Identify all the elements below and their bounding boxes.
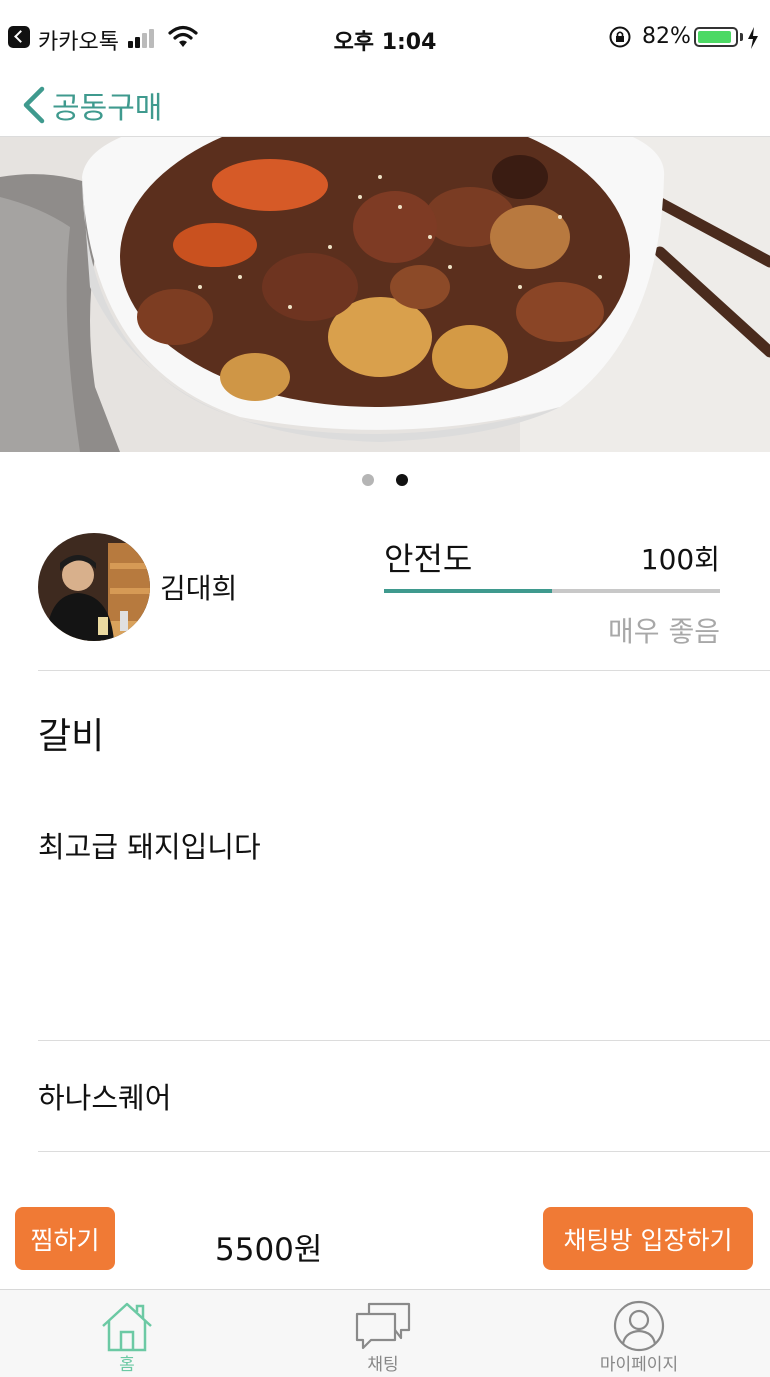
item-description: 최고급 돼지입니다 [38, 830, 261, 864]
charging-bolt-icon [748, 27, 758, 49]
divider [38, 670, 770, 671]
safety-count: 100회 [640, 543, 720, 576]
product-image[interactable] [0, 137, 770, 452]
tab-chat-label: 채팅 [367, 1355, 399, 1375]
tab-chat[interactable]: 채팅 [283, 1290, 483, 1377]
seller-name: 김대희 [160, 572, 238, 605]
item-title: 갈비 [38, 716, 105, 757]
back-button[interactable]: 공동구매 [20, 74, 162, 136]
safety-meter-fill [384, 589, 552, 593]
safety-meter [384, 589, 720, 593]
battery-percent: 82% [642, 24, 691, 49]
seller-info[interactable]: 김대희 [38, 532, 378, 642]
person-icon [613, 1300, 665, 1352]
rotation-lock-icon [609, 26, 631, 48]
safety-grade: 매우 좋음 [608, 615, 720, 648]
avatar[interactable] [38, 533, 150, 641]
enter-chat-button[interactable]: 채팅방 입장하기 [543, 1207, 753, 1270]
battery-level [698, 31, 731, 43]
tab-mypage-label: 마이페이지 [599, 1355, 679, 1375]
person-photo [38, 533, 150, 641]
battery-icon [694, 27, 738, 47]
braised-short-ribs-photo [0, 137, 770, 452]
back-button-label: 공동구매 [52, 91, 163, 126]
status-bar: 카카오톡 오후 1:04 82% [0, 0, 770, 74]
item-location: 하나스퀘어 [38, 1081, 172, 1115]
nav-bar: 공동구매 [0, 74, 770, 137]
battery-nub [740, 33, 743, 41]
safety-label: 안전도 [384, 540, 473, 578]
favorite-button[interactable]: 찜하기 [15, 1207, 115, 1270]
home-icon [102, 1302, 152, 1352]
chat-icon [355, 1302, 411, 1350]
carousel-indicator [0, 471, 770, 487]
divider [38, 1040, 770, 1041]
tab-bar: 홈 채팅 마이페이지 [0, 1289, 770, 1377]
carousel-dot-1[interactable] [362, 474, 375, 486]
carousel-dot-2[interactable] [395, 474, 408, 486]
tab-home[interactable]: 홈 [27, 1290, 227, 1377]
price: 5500원 [215, 1232, 323, 1268]
tab-mypage[interactable]: 마이페이지 [539, 1290, 739, 1377]
chevron-left-icon [23, 86, 45, 124]
tab-home-label: 홈 [119, 1355, 135, 1375]
divider [38, 1151, 770, 1152]
